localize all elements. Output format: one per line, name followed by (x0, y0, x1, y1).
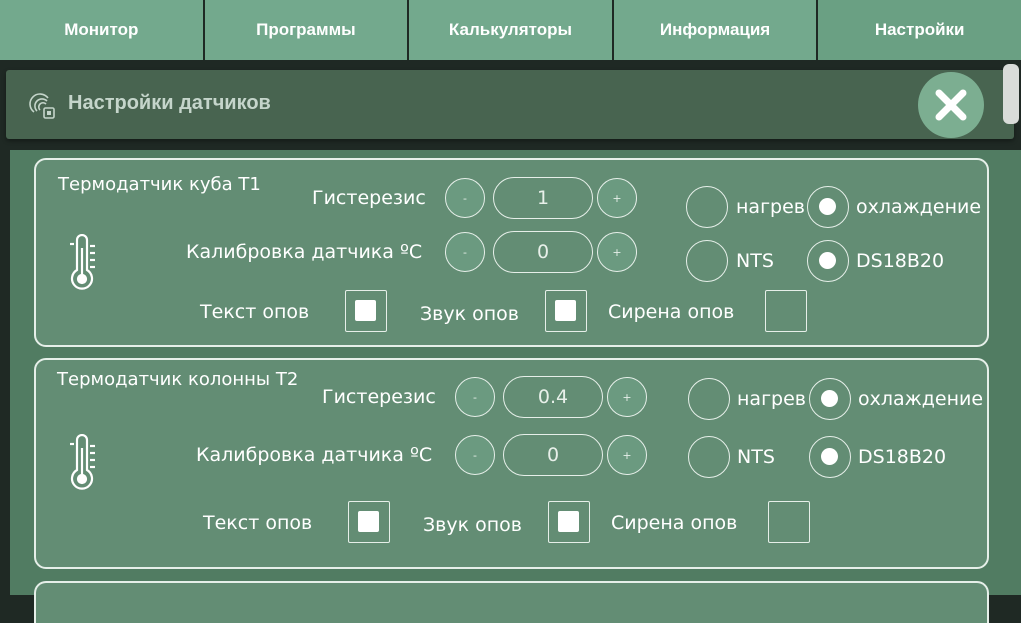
radio-ds18b20-label: DS18B20 (858, 446, 947, 468)
calibration-plus-button[interactable]: + (597, 232, 637, 272)
calibration-plus-button[interactable]: + (607, 435, 647, 475)
radio-heat-label: нагрев (737, 388, 806, 410)
page-title: Настройки датчиков (68, 92, 271, 114)
sensor-card-partial (34, 581, 989, 623)
calibration-minus-button[interactable]: - (455, 435, 495, 475)
sensor-card-t2: Термодатчик колонны Т2 Гистерезис - 0.4 … (34, 358, 989, 569)
hysteresis-label: Гистерезис (322, 386, 436, 408)
close-button[interactable] (918, 72, 984, 138)
hysteresis-plus-button[interactable]: + (597, 178, 637, 218)
alert-siren-checkbox[interactable] (768, 501, 810, 543)
calibration-value[interactable]: 0 (503, 434, 603, 476)
sensor-name: Термодатчик колонны Т2 (57, 369, 299, 390)
scrollbar[interactable] (1003, 64, 1019, 124)
thermometer-icon (70, 234, 95, 290)
hysteresis-value[interactable]: 0.4 (503, 376, 603, 418)
hysteresis-minus-button[interactable]: - (445, 178, 485, 218)
alert-sound-label: Звук опов (420, 303, 520, 325)
radio-ds18b20[interactable] (807, 240, 849, 282)
settings-header: Настройки датчиков (6, 70, 1014, 139)
hysteresis-value[interactable]: 1 (493, 177, 593, 219)
alert-siren-label: Сирена опов (608, 301, 735, 323)
radio-ds18b20[interactable] (809, 436, 851, 478)
radio-cool[interactable] (809, 378, 851, 420)
radio-cool-label: охлаждение (856, 196, 982, 218)
main-tabs: Монитор Программы Калькуляторы Информаци… (0, 0, 1021, 62)
radio-nts[interactable] (688, 436, 730, 478)
radio-heat[interactable] (686, 186, 728, 228)
alert-sound-checkbox[interactable] (548, 501, 590, 543)
alert-siren-checkbox[interactable] (765, 290, 807, 332)
sensor-name: Термодатчик куба Т1 (58, 174, 261, 195)
hysteresis-label: Гистерезис (312, 187, 426, 209)
alert-siren-label: Сирена опов (611, 512, 738, 534)
alert-sound-checkbox[interactable] (545, 290, 587, 332)
radio-heat[interactable] (688, 378, 730, 420)
calibration-label: Калибровка датчика ºС (196, 444, 433, 466)
alert-text-label: Текст опов (203, 512, 313, 534)
radio-nts[interactable] (686, 240, 728, 282)
sensor-card-t1: Термодатчик куба Т1 Гистерезис - 1 + Кал… (34, 158, 989, 347)
tab-programs[interactable]: Программы (204, 0, 408, 60)
tab-calculators[interactable]: Калькуляторы (409, 0, 612, 60)
alert-text-label: Текст опов (200, 301, 310, 323)
alert-text-checkbox[interactable] (345, 290, 387, 332)
alert-sound-label: Звук опов (423, 514, 523, 536)
sensor-settings-icon (29, 93, 55, 119)
hysteresis-minus-button[interactable]: - (455, 377, 495, 417)
radio-cool-label: охлаждение (858, 388, 984, 410)
calibration-minus-button[interactable]: - (445, 232, 485, 272)
content-area: Термодатчик куба Т1 Гистерезис - 1 + Кал… (10, 150, 1021, 623)
tab-monitor[interactable]: Монитор (0, 0, 203, 60)
calibration-label: Калибровка датчика ºС (186, 241, 423, 263)
radio-nts-label: NTS (737, 446, 775, 468)
close-icon (935, 89, 967, 121)
tab-information[interactable]: Информация (613, 0, 817, 60)
radio-cool[interactable] (807, 186, 849, 228)
hysteresis-plus-button[interactable]: + (607, 377, 647, 417)
radio-nts-label: NTS (736, 250, 774, 272)
alert-text-checkbox[interactable] (348, 501, 390, 543)
tab-settings[interactable]: Настройки (818, 0, 1021, 60)
radio-heat-label: нагрев (736, 196, 805, 218)
calibration-value[interactable]: 0 (493, 231, 593, 273)
radio-ds18b20-label: DS18B20 (856, 250, 945, 272)
thermometer-icon (70, 434, 95, 490)
